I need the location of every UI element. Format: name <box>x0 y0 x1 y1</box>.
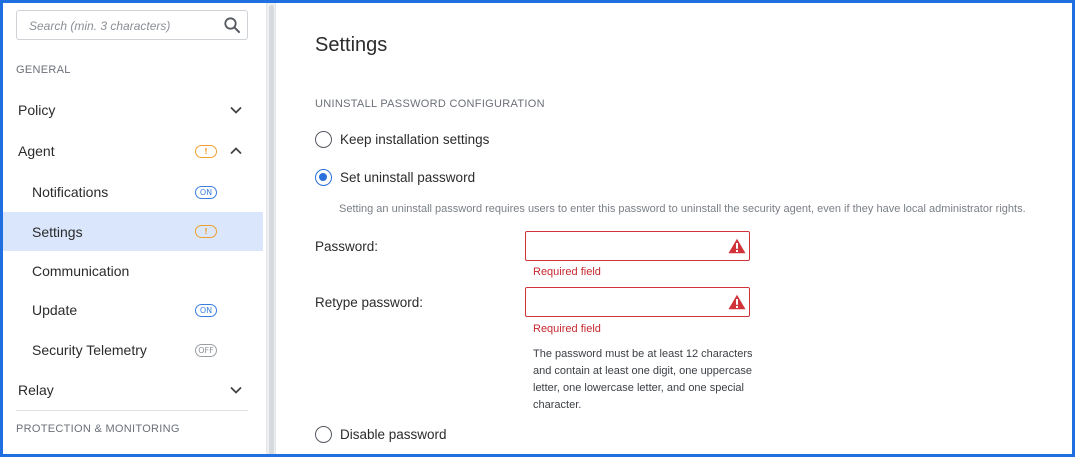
retype-password-error: Required field <box>533 323 601 335</box>
password-requirements: The password must be at least 12 charact… <box>533 348 753 411</box>
sidebar-item-label: Settings <box>32 223 83 240</box>
warning-triangle-icon <box>728 294 746 310</box>
radio-set-uninstall-password[interactable]: Set uninstall password <box>315 169 475 186</box>
radio-button[interactable] <box>315 426 332 443</box>
sidebar-item-label: Agent <box>18 143 55 159</box>
radio-label: Set uninstall password <box>340 170 476 185</box>
uninstall-password-hint: Setting an uninstall password requires u… <box>339 203 1026 215</box>
radio-button-checked[interactable] <box>315 169 332 186</box>
divider <box>16 410 248 411</box>
retype-password-label: Retype password: <box>315 295 424 310</box>
warning-triangle-icon <box>728 238 746 254</box>
search-input[interactable]: Search (min. 3 characters) <box>16 10 248 40</box>
sidebar-item-label: Notifications <box>32 184 109 200</box>
sidebar-item-label: Relay <box>18 382 54 398</box>
sidebar-item-relay[interactable]: Relay <box>3 371 263 409</box>
section-label-uninstall-password: UNINSTALL PASSWORD CONFIGURATION <box>315 98 545 110</box>
search-placeholder: Search (min. 3 characters) <box>29 19 171 33</box>
sidebar-item-security-telemetry[interactable]: Security Telemetry OFF <box>3 331 263 369</box>
search-icon[interactable] <box>223 16 241 34</box>
radio-button[interactable] <box>315 131 332 148</box>
sidebar-item-update[interactable]: Update ON <box>3 291 263 329</box>
chevron-down-icon[interactable] <box>229 103 243 117</box>
page-title: Settings <box>315 34 388 56</box>
sidebar-item-policy[interactable]: Policy <box>3 91 263 129</box>
chevron-down-icon[interactable] <box>229 383 243 397</box>
sidebar-item-label: Communication <box>32 263 130 279</box>
sidebar-item-label: Policy <box>18 102 56 118</box>
radio-keep-installation-settings[interactable]: Keep installation settings <box>315 131 489 148</box>
app-frame: Search (min. 3 characters) GENERAL Polic… <box>0 0 1075 457</box>
main-content: Settings UNINSTALL PASSWORD CONFIGURATIO… <box>277 3 1072 454</box>
section-label-general: GENERAL <box>16 64 71 76</box>
chevron-up-icon[interactable] <box>229 144 243 158</box>
status-badge: OFF <box>195 344 217 357</box>
password-label: Password: <box>315 239 379 254</box>
status-badge: ON <box>195 304 217 317</box>
radio-label: Disable password <box>340 427 447 442</box>
radio-label: Keep installation settings <box>340 132 490 147</box>
sidebar-item-communication[interactable]: Communication <box>3 252 263 290</box>
scrollbar-thumb[interactable] <box>269 5 274 454</box>
sidebar-scrollbar[interactable] <box>266 3 276 454</box>
retype-password-field[interactable] <box>525 287 750 317</box>
sidebar: Search (min. 3 characters) GENERAL Polic… <box>3 3 266 454</box>
password-error: Required field <box>533 266 601 278</box>
sidebar-item-settings[interactable]: Settings ! <box>3 212 263 251</box>
status-badge: ON <box>195 186 217 199</box>
password-field[interactable] <box>525 231 750 261</box>
sidebar-item-label: Update <box>32 302 78 318</box>
warning-badge: ! <box>195 225 217 238</box>
sidebar-item-notifications[interactable]: Notifications ON <box>3 173 263 211</box>
sidebar-item-label: Security Telemetry <box>32 342 147 358</box>
sidebar-item-agent[interactable]: Agent ! <box>3 132 263 170</box>
section-label-protection: PROTECTION & MONITORING <box>16 423 180 435</box>
warning-badge: ! <box>195 145 217 158</box>
radio-disable-password[interactable]: Disable password <box>315 426 447 443</box>
